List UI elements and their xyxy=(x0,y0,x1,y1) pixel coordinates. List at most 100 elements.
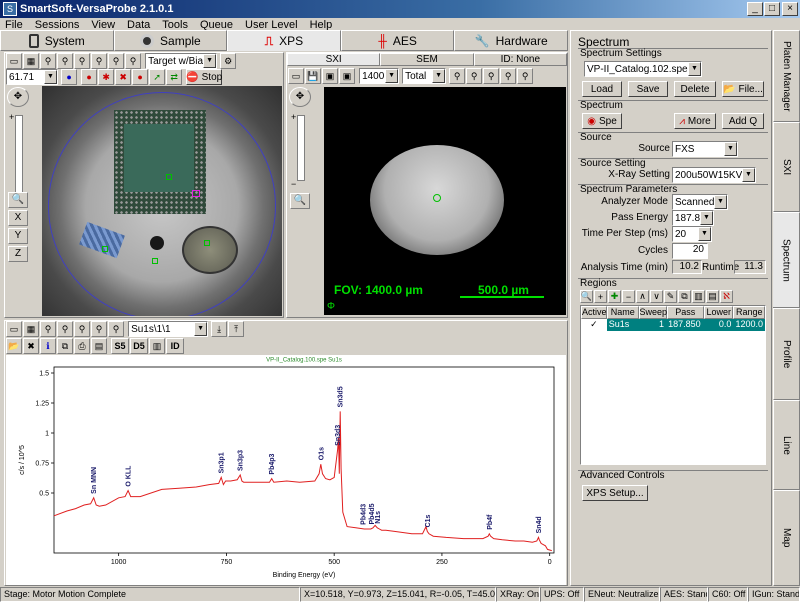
tool-icon[interactable]: ⚲ xyxy=(108,53,124,69)
z-button[interactable]: Z xyxy=(8,246,28,262)
tool-icon[interactable]: ⚲ xyxy=(57,321,73,337)
save-icon[interactable]: 💾 xyxy=(305,68,321,84)
tool-icon[interactable]: ⚲ xyxy=(40,53,56,69)
tool-icon[interactable]: ⚲ xyxy=(108,321,124,337)
add-all-icon[interactable]: ✚ xyxy=(608,290,621,303)
spectrum-chart[interactable]: VP-II_Catalog.100.spe Su1s 1000 750 500 250 0… xyxy=(6,355,566,585)
tab-line[interactable]: Line xyxy=(773,400,800,490)
tab-sem[interactable]: SEM xyxy=(380,53,474,66)
tool-icon[interactable]: ⚲ xyxy=(500,68,517,84)
load-button[interactable]: Load xyxy=(582,81,622,97)
tab-id[interactable]: ID: None xyxy=(473,53,567,66)
add-q-button[interactable]: Add Q xyxy=(722,113,764,129)
record-icon[interactable]: ● xyxy=(132,69,149,85)
settings-icon[interactable]: ⚙ xyxy=(220,53,237,69)
cycles-input[interactable]: 20 xyxy=(672,243,708,259)
tool-icon[interactable]: ⚲ xyxy=(57,53,73,69)
file-select[interactable]: VP-II_Catalog.102.spe ▼ xyxy=(584,61,702,77)
zoom-select[interactable]: 61.71 ▼ xyxy=(6,69,58,85)
window-icon[interactable]: ▭ xyxy=(6,321,22,337)
col-range[interactable]: Range xyxy=(733,306,765,319)
pass-energy-select[interactable]: 187.850 ▼ xyxy=(672,210,714,226)
tool-icon[interactable]: ⚲ xyxy=(74,321,90,337)
tab-sample[interactable]: Sample xyxy=(113,30,228,51)
regions-table[interactable]: Active Name Sweep Pass Lower Range ✓ Su1… xyxy=(580,305,766,465)
edit-icon[interactable]: ✎ xyxy=(664,290,677,303)
s5-button[interactable]: S5 xyxy=(111,338,130,354)
more-button[interactable]: ⩘ More xyxy=(674,113,716,129)
xray-setting-select[interactable]: 200u50W15KV ▼ xyxy=(672,167,756,183)
table-icon[interactable]: ▥ xyxy=(149,338,166,354)
tab-sxi-side[interactable]: SXI xyxy=(773,122,800,212)
record-icon[interactable]: ✖ xyxy=(115,69,132,85)
copy-icon[interactable]: ⧉ xyxy=(57,338,73,354)
tool-icon[interactable]: ⚲ xyxy=(40,321,56,337)
col-pass[interactable]: Pass xyxy=(666,306,704,319)
region-select[interactable]: Su1s\1\1 ▼ xyxy=(128,321,209,337)
download-icon[interactable]: ⤓ xyxy=(211,321,228,337)
nav-arrows-icon[interactable]: ✥ xyxy=(7,87,29,107)
table-row[interactable]: ✓ Su1s 1 187.850 0.0 1200.0 xyxy=(581,319,765,331)
tool-icon[interactable]: ⚲ xyxy=(125,53,141,69)
tool-icon[interactable]: ⚲ xyxy=(517,68,534,84)
move-down-icon[interactable]: ∨ xyxy=(650,290,663,303)
window-icon[interactable]: ▭ xyxy=(6,53,22,69)
open-icon[interactable]: 📂 xyxy=(6,338,22,354)
tool-icon[interactable]: ⚲ xyxy=(91,53,107,69)
record-icon[interactable]: ✱ xyxy=(98,69,115,85)
tab-hardware[interactable]: 🔧 Hardware xyxy=(454,30,568,51)
tool-icon[interactable]: ⚲ xyxy=(74,53,90,69)
chart-icon[interactable]: ▤ xyxy=(706,290,719,303)
fov-select[interactable]: 1400.0 ▼ xyxy=(359,68,400,84)
tab-platen-manager[interactable]: Platen Manager xyxy=(773,30,800,122)
stop-button[interactable]: ⛔ Stop xyxy=(186,69,222,85)
spe-button[interactable]: ◉ Spe xyxy=(582,113,622,129)
sxi-image[interactable]: FOV: 1400.0 µm 500.0 µm Φ xyxy=(324,87,566,315)
tab-spectrum-side[interactable]: Spectrum xyxy=(773,212,800,308)
record-icon[interactable]: ● xyxy=(81,69,98,85)
image-icon[interactable]: ▣ xyxy=(322,68,338,84)
y-button[interactable]: Y xyxy=(8,228,28,244)
x-button[interactable]: X xyxy=(8,210,28,226)
close-icon[interactable]: × xyxy=(782,2,798,16)
copy-icon[interactable]: ⧉ xyxy=(678,290,691,303)
tab-system[interactable]: System xyxy=(0,30,114,51)
col-active[interactable]: Active xyxy=(581,306,607,319)
target-mode-select[interactable]: Target w/Bias ▼ xyxy=(145,53,218,69)
move-up-icon[interactable]: ∧ xyxy=(636,290,649,303)
upload-icon[interactable]: ⤒ xyxy=(228,321,245,337)
grid-icon[interactable]: ▦ xyxy=(23,53,39,69)
source-select[interactable]: FXS ▼ xyxy=(672,141,738,157)
mode-select[interactable]: Total ▼ xyxy=(402,68,447,84)
tab-map[interactable]: Map xyxy=(773,490,800,586)
arrow-icon[interactable]: ⇄ xyxy=(166,69,183,85)
active-checkbox[interactable]: ✓ xyxy=(581,319,607,331)
tab-profile[interactable]: Profile xyxy=(773,308,800,400)
peak-icon[interactable]: ℵ xyxy=(720,290,733,303)
tab-sxi[interactable]: SXI xyxy=(287,53,381,66)
nav-arrows-icon[interactable]: ✥ xyxy=(289,87,311,107)
maximize-icon[interactable]: □ xyxy=(764,2,780,16)
delete-button[interactable]: Delete xyxy=(674,81,716,97)
grid-icon[interactable]: ▦ xyxy=(23,321,39,337)
info-icon[interactable]: ● xyxy=(61,69,78,85)
sxi-slider[interactable] xyxy=(297,115,305,181)
magnify-icon[interactable]: 🔍 xyxy=(8,192,28,208)
window-icon[interactable]: ▭ xyxy=(288,68,304,84)
save-button[interactable]: Save xyxy=(628,81,668,97)
info-icon[interactable]: ℹ xyxy=(40,338,56,354)
print-icon[interactable]: ⎙ xyxy=(74,338,90,354)
add-icon[interactable]: + xyxy=(594,290,607,303)
d5-button[interactable]: D5 xyxy=(130,338,149,354)
table-icon[interactable]: ▥ xyxy=(692,290,705,303)
tab-aes[interactable]: ╫ AES xyxy=(340,30,455,51)
col-lower[interactable]: Lower xyxy=(703,306,734,319)
col-sweep[interactable]: Sweep xyxy=(638,306,667,319)
minimize-icon[interactable]: _ xyxy=(747,2,763,16)
xps-setup-button[interactable]: XPS Setup... xyxy=(582,485,648,501)
image-icon[interactable]: ▣ xyxy=(339,68,355,84)
magnify-icon[interactable]: 🔍 xyxy=(290,193,310,209)
analyzer-mode-select[interactable]: Scanned ▼ xyxy=(672,194,728,210)
tool-icon[interactable]: ⚲ xyxy=(466,68,483,84)
palette-icon[interactable]: ▤ xyxy=(91,338,107,354)
